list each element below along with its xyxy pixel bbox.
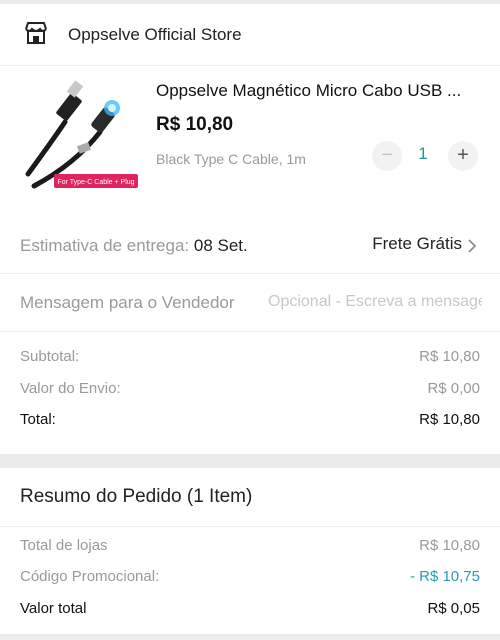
- seller-message-label: Mensagem para o Vendedor: [20, 293, 235, 312]
- stores-total-value: R$ 10,80: [419, 537, 480, 554]
- divider: [0, 526, 500, 527]
- order-summary-title: Resumo do Pedido (1 Item): [20, 486, 253, 507]
- delivery-estimate: Estimativa de entrega: 08 Set.: [20, 236, 248, 256]
- quantity-decrease-button[interactable]: −: [372, 141, 402, 171]
- shipping-cost-value: R$ 0,00: [427, 380, 480, 397]
- product-price: R$ 10,80: [156, 114, 234, 135]
- delivery-date: 08 Set.: [193, 236, 248, 255]
- subtotal-label: Subtotal:: [20, 348, 80, 365]
- delivery-estimate-label: Estimativa de entrega:: [20, 236, 194, 255]
- stores-total-label: Total de lojas: [20, 537, 108, 554]
- shipping-option[interactable]: Frete Grátis: [372, 234, 462, 254]
- promo-code-value: - R$ 10,75: [409, 568, 480, 585]
- store-name[interactable]: Oppselve Official Store: [68, 25, 242, 45]
- total-label: Total:: [20, 411, 56, 428]
- product-image[interactable]: For Type-C Cable + Plug: [20, 74, 140, 194]
- promo-code-label: Código Promocional:: [20, 568, 160, 585]
- quantity-increase-button[interactable]: +: [448, 141, 478, 171]
- grand-total-label: Valor total: [20, 600, 87, 617]
- order-summary-card: Resumo do Pedido (1 Item) Total de lojas…: [0, 468, 500, 634]
- shipping-cost-label: Valor do Envio:: [20, 380, 121, 397]
- delivery-row[interactable]: Estimativa de entrega: 08 Set. Frete Grá…: [0, 216, 500, 274]
- order-card: Oppselve Official Store For Type-C Cable…: [0, 4, 500, 454]
- quantity-value: 1: [418, 144, 428, 163]
- chevron-right-icon[interactable]: [466, 238, 478, 254]
- storefront-icon: [25, 22, 47, 44]
- image-badge-text: For Type-C Cable + Plug: [57, 179, 134, 186]
- seller-message-row: Mensagem para o Vendedor: [0, 276, 500, 332]
- total-value: R$ 10,80: [419, 411, 480, 428]
- product-title[interactable]: Oppselve Magnético Micro Cabo USB ...: [156, 81, 486, 101]
- grand-total-value: R$ 0,05: [427, 600, 480, 617]
- seller-message-input[interactable]: [268, 288, 482, 316]
- product-variant[interactable]: Black Type C Cable, 1m: [156, 151, 306, 167]
- store-header[interactable]: Oppselve Official Store: [0, 4, 500, 66]
- subtotal-value: R$ 10,80: [419, 348, 480, 365]
